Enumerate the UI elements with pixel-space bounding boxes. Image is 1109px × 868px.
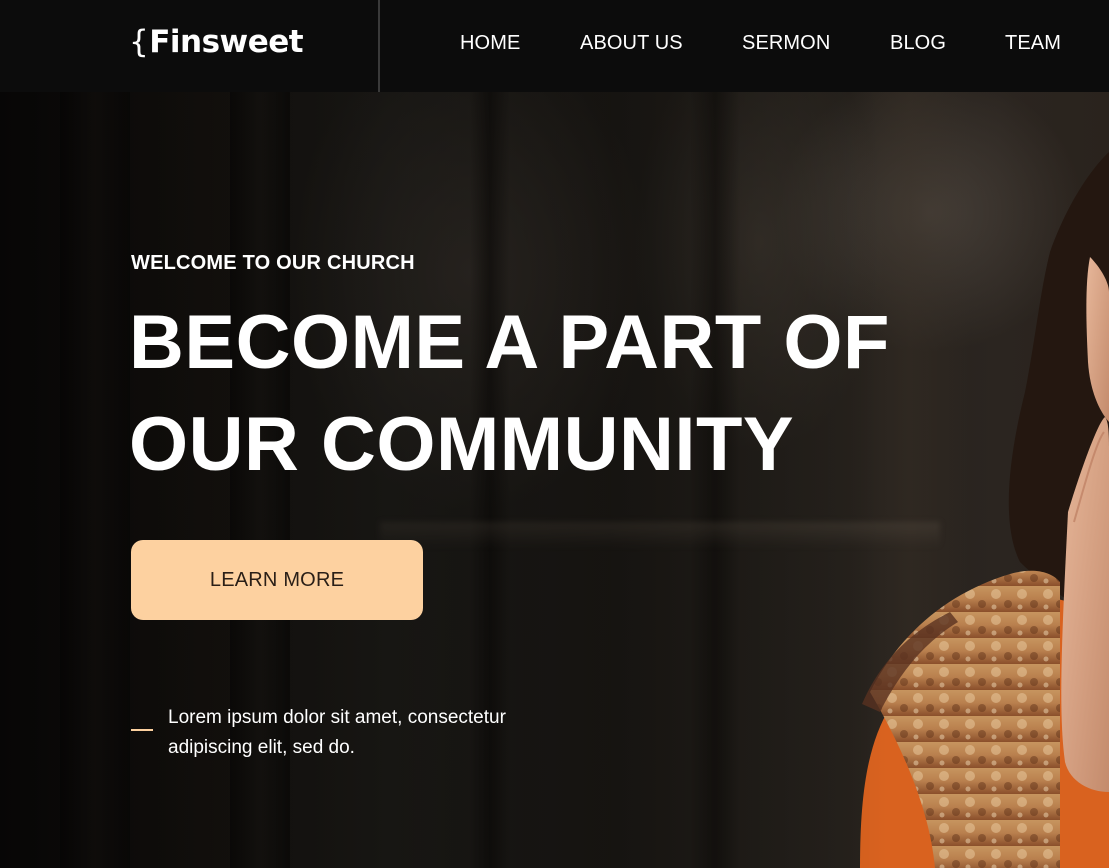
- page: { Finsweet HOME ABOUT US SERMON BLOG TEA…: [0, 0, 1109, 868]
- nav-sermon[interactable]: SERMON: [742, 30, 830, 56]
- nav-team[interactable]: TEAM: [1005, 30, 1061, 56]
- dash-icon: [131, 729, 153, 731]
- nav-about-us[interactable]: ABOUT US: [580, 30, 683, 56]
- headline-line-2: OUR COMMUNITY: [129, 402, 795, 487]
- nav-home[interactable]: HOME: [460, 30, 520, 56]
- hero-intro: Lorem ipsum dolor sit amet, consectetur …: [131, 703, 548, 763]
- site-header: { Finsweet HOME ABOUT US SERMON BLOG TEA…: [0, 0, 1109, 92]
- headline-line-1: BECOME A PART OF: [129, 300, 890, 385]
- learn-more-button[interactable]: LEARN MORE: [131, 540, 423, 620]
- hero-headline: BECOME A PART OF OUR COMMUNITY: [129, 292, 890, 496]
- hero-eyebrow: WELCOME TO OUR CHURCH: [131, 252, 415, 274]
- hero-intro-text: Lorem ipsum dolor sit amet, consectetur …: [168, 707, 506, 758]
- main-nav: HOME ABOUT US SERMON BLOG TEAM: [0, 30, 1109, 56]
- nav-blog[interactable]: BLOG: [890, 30, 946, 56]
